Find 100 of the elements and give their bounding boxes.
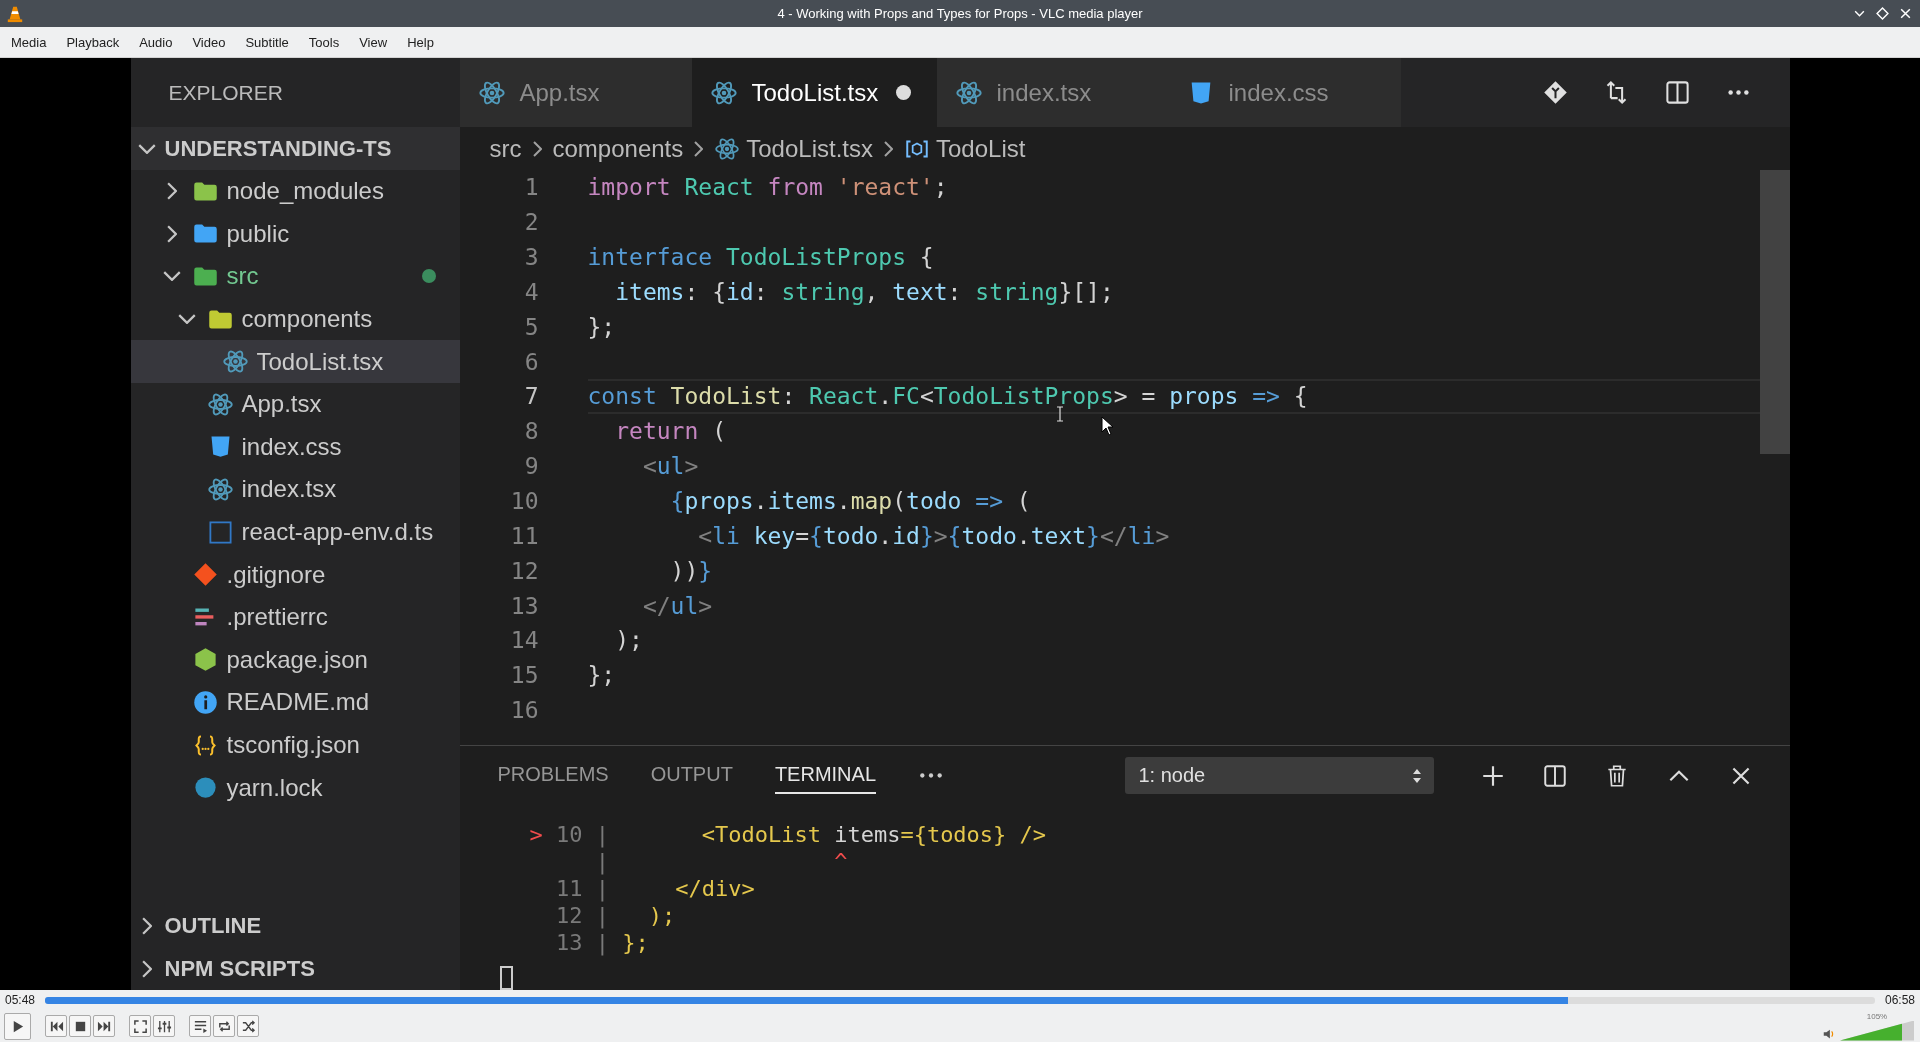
close-icon[interactable] — [1899, 7, 1912, 20]
line-number: 4 — [523, 278, 539, 305]
editor-tab[interactable]: index.tsx — [936, 58, 1169, 127]
editor-tab[interactable]: App.tsx — [459, 58, 692, 127]
section-header[interactable]: NPM SCRIPTS — [130, 947, 460, 990]
line-number: 16 — [509, 697, 539, 724]
more-icon[interactable] — [918, 771, 944, 780]
shuffle-button[interactable] — [237, 1015, 259, 1037]
line-number: 11 — [509, 522, 539, 549]
tree-item[interactable]: react-app-env.d.ts — [130, 510, 460, 554]
diamond-icon[interactable] — [1541, 79, 1569, 106]
file-name: index.css — [241, 432, 342, 461]
next-button[interactable] — [93, 1015, 115, 1037]
tree-item[interactable]: public — [130, 212, 460, 256]
tree-item[interactable]: node_modules — [130, 170, 460, 213]
stop-button[interactable] — [69, 1015, 91, 1037]
panel-tab[interactable]: PROBLEMS — [497, 757, 609, 794]
previous-button[interactable] — [45, 1015, 67, 1037]
menu-item[interactable]: Media — [1, 30, 57, 54]
tree-item[interactable]: components — [130, 297, 460, 341]
playlist-button[interactable] — [189, 1015, 211, 1037]
explorer-title: EXPLORER — [168, 80, 283, 105]
tree-item[interactable]: TodoList.tsx — [130, 340, 460, 383]
section-header[interactable]: OUTLINE — [130, 904, 460, 947]
chevron-right-icon — [532, 140, 542, 157]
volume-reading: 105% — [1866, 1011, 1888, 1021]
breadcrumb-item[interactable]: components — [552, 134, 684, 163]
tree-item[interactable]: src — [130, 255, 460, 298]
split-editor-icon[interactable] — [1663, 79, 1691, 106]
panel-tab[interactable]: OUTPUT — [650, 757, 733, 794]
code-line: ); — [614, 627, 643, 654]
tab-label: index.css — [1228, 78, 1329, 107]
info-icon — [191, 688, 219, 716]
maximize-icon[interactable] — [1876, 7, 1889, 20]
file-name: README.md — [226, 688, 370, 717]
line-number: 2 — [523, 209, 539, 236]
diamond-icon — [191, 561, 219, 589]
fullscreen-button[interactable] — [129, 1015, 151, 1037]
terminal-line: > 10 | <TodoList items={todos} /> — [529, 821, 1048, 848]
tree-item[interactable]: index.css — [130, 425, 460, 469]
menu-item[interactable]: Playback — [56, 30, 130, 54]
menu-item[interactable]: View — [349, 30, 398, 54]
total-time: 06:58 — [1884, 993, 1915, 1007]
line-number: 13 — [509, 592, 539, 619]
breadcrumb-item[interactable]: TodoList — [936, 134, 1026, 163]
editor-tab[interactable]: TodoList.tsx — [691, 58, 937, 127]
play-button[interactable] — [4, 1012, 31, 1040]
line-number: 3 — [523, 244, 539, 271]
code-line: interface TodoListProps { — [587, 244, 934, 271]
tree-item[interactable]: tsconfig.json — [130, 723, 460, 767]
tree-item[interactable]: App.tsx — [130, 382, 460, 426]
tree-item[interactable]: .gitignore — [130, 553, 460, 596]
project-name: UNDERSTANDING-TS — [164, 135, 392, 162]
sliders-icon — [156, 1018, 172, 1034]
section-title: NPM SCRIPTS — [164, 955, 315, 982]
terminal-line: 13 | }; — [555, 929, 650, 956]
menu-item[interactable]: Tools — [298, 30, 350, 54]
elapsed-time: 05:48 — [5, 993, 36, 1007]
file-name: package.json — [226, 645, 368, 674]
tree-item[interactable]: package.json — [130, 638, 460, 682]
editor-tab[interactable]: index.css — [1168, 58, 1401, 127]
file-name: TodoList.tsx — [256, 347, 384, 376]
breadcrumb-item[interactable]: TodoList.tsx — [746, 134, 873, 163]
chevron-right-icon — [884, 140, 893, 157]
project-header[interactable]: UNDERSTANDING-TS — [130, 127, 460, 170]
terminal-line: 12 | ); — [555, 902, 677, 929]
tree-item[interactable]: yarn.lock — [130, 766, 460, 809]
seek-bar[interactable] — [45, 996, 1875, 1004]
file-name: App.tsx — [241, 390, 322, 419]
shuffle-icon — [240, 1018, 256, 1034]
line-number: 1 — [523, 174, 539, 201]
tree-item[interactable]: .prettierrc — [130, 595, 460, 639]
loop-button[interactable] — [213, 1015, 235, 1037]
extended-settings-button[interactable] — [153, 1015, 175, 1037]
terminal-select[interactable]: 1: node — [1124, 757, 1434, 794]
code-line: </ul> — [641, 592, 713, 619]
menu-item[interactable]: Help — [397, 30, 444, 54]
line-number: 14 — [509, 627, 539, 654]
tree-item[interactable]: index.tsx — [130, 468, 460, 511]
mouse-pointer-icon — [1100, 416, 1115, 436]
tab-label: TodoList.tsx — [751, 78, 879, 107]
code-line: ))} — [669, 557, 713, 584]
menu-item[interactable]: Video — [182, 30, 236, 54]
playlist-icon — [192, 1018, 208, 1034]
file-name: node_modules — [226, 177, 384, 206]
split-terminal-icon[interactable] — [1541, 762, 1568, 789]
menu-item[interactable]: Subtitle — [235, 30, 299, 54]
panel-tab[interactable]: TERMINAL — [774, 757, 876, 794]
tree-item[interactable]: README.md — [130, 681, 460, 724]
file-name: react-app-env.d.ts — [241, 518, 434, 547]
tab-label: App.tsx — [519, 78, 600, 107]
line-number: 6 — [523, 348, 539, 375]
scrollbar-thumb[interactable] — [1759, 170, 1790, 454]
file-name: src — [226, 262, 259, 291]
breadcrumb-item[interactable]: src — [489, 134, 522, 163]
code-line: <li key={todo.id}>{todo.text}</li> — [697, 522, 1170, 549]
updown-icon — [1411, 767, 1422, 784]
traffic-cone-icon — [6, 4, 24, 23]
code-line: {props.items.map(todo => ( — [669, 488, 1031, 514]
menu-item[interactable]: Audio — [129, 30, 183, 54]
